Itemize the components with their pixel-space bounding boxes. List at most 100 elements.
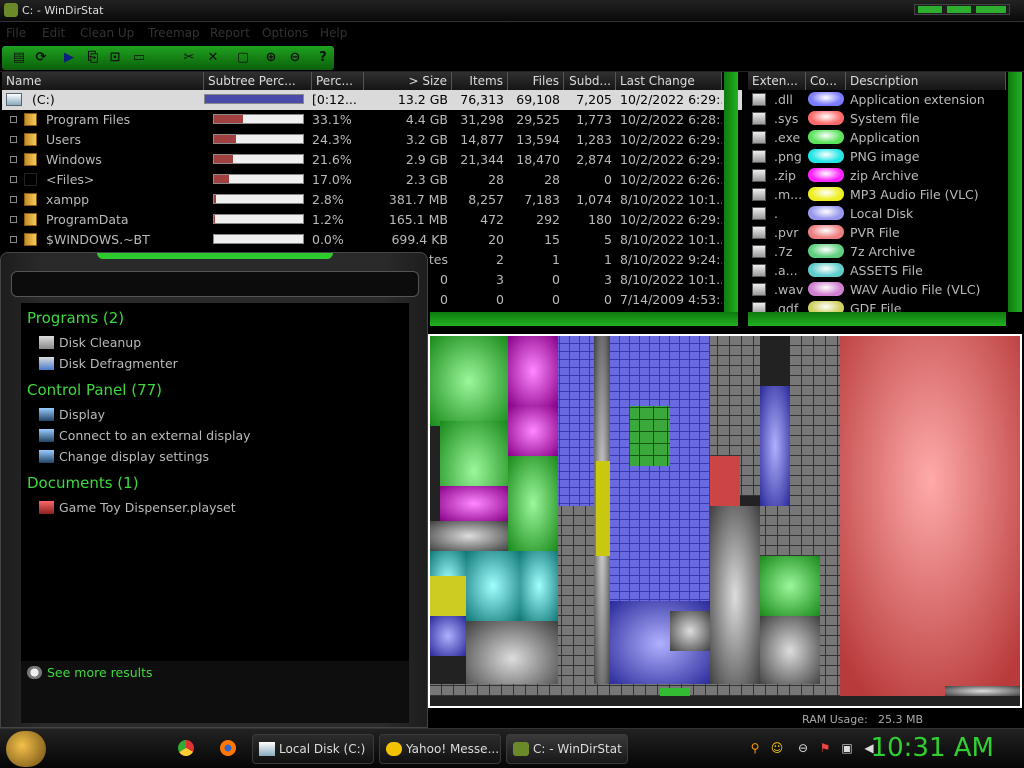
column-perc[interactable]: Perc... — [312, 72, 364, 90]
delete-icon[interactable]: ✕ — [204, 49, 222, 67]
play-icon[interactable]: ▶ — [60, 49, 78, 67]
tree-cell-files: 292 — [536, 212, 560, 227]
console-icon[interactable]: ▭ — [130, 49, 148, 67]
expand-toggle-icon[interactable] — [10, 116, 17, 123]
open-icon[interactable]: ▤ — [10, 49, 28, 67]
column-last-change[interactable]: Last Change — [616, 72, 722, 90]
cleanup-icon[interactable]: ✂ — [180, 49, 198, 67]
firefox-icon[interactable] — [220, 740, 236, 756]
treemap-view[interactable] — [428, 334, 1022, 708]
extension-row[interactable]: .png PNG image — [746, 147, 1016, 166]
menu-cleanup[interactable]: Clean Up — [80, 26, 134, 40]
extension-row[interactable]: .zip zip Archive — [746, 166, 1016, 185]
extension-hscroll[interactable] — [748, 312, 1006, 326]
menu-options[interactable]: Options — [262, 26, 308, 40]
extension-list-panel: Exten... Co... Description .dll Applicati… — [746, 72, 1024, 328]
extension-row[interactable]: .wav WAV Audio File (VLC) — [746, 280, 1016, 299]
extension-name: .wav — [774, 282, 804, 297]
menu-report[interactable]: Report — [210, 26, 250, 40]
zoom-out-icon[interactable]: ⊖ — [286, 49, 304, 67]
zoom-in-icon[interactable]: ⊕ — [262, 49, 280, 67]
tray-minus-icon[interactable]: ⊖ — [796, 741, 810, 755]
tree-row[interactable]: $WINDOWS.~BT 0.0% 699.4 KB 20 15 5 8/10/2022 1… — [2, 230, 742, 250]
help-icon[interactable]: ? — [314, 49, 332, 67]
menu-file[interactable]: File — [6, 26, 26, 40]
tree-cell-files: 0 — [552, 292, 560, 307]
tree-row[interactable]: Users 24.3% 3.2 GB 14,877 13,594 1,283 10/2/20… — [2, 130, 742, 150]
tree-cell-perc: [0:12... — [312, 92, 357, 107]
close-button[interactable] — [976, 6, 1006, 13]
extension-color-swatch — [808, 206, 844, 220]
maximize-button[interactable] — [947, 6, 971, 13]
network-icon[interactable]: ▣ — [840, 741, 854, 755]
start-button[interactable] — [6, 731, 46, 767]
tree-scrollbar[interactable] — [724, 72, 738, 312]
taskbar-yahoo-messenger[interactable]: Yahoo! Messe... — [379, 734, 501, 764]
extension-row[interactable]: .pvr PVR File — [746, 223, 1016, 242]
expand-toggle-icon[interactable] — [10, 136, 17, 143]
folder-icon[interactable]: ▢ — [234, 49, 252, 67]
expand-toggle-icon[interactable] — [10, 236, 17, 243]
result-group-control-panel[interactable]: Control Panel (77) — [27, 381, 162, 399]
window-controls — [914, 4, 1010, 15]
taskbar-clock[interactable]: 10:31 AM — [871, 733, 994, 763]
tree-hscroll[interactable] — [430, 312, 738, 326]
tree-row[interactable]: Windows 21.6% 2.9 GB 21,344 18,470 2,874 10/2/… — [2, 150, 742, 170]
copy-icon[interactable]: ⎘ — [84, 49, 102, 67]
extension-scrollbar[interactable] — [1008, 72, 1022, 312]
tray-messenger-icon[interactable]: ☺ — [770, 741, 784, 755]
subtree-percentage-bar — [213, 174, 304, 184]
minimize-button[interactable] — [918, 6, 942, 13]
display-icon — [39, 429, 54, 442]
tree-row[interactable]: ProgramData 1.2% 165.1 MB 472 292 180 10/2/202… — [2, 210, 742, 230]
tree-row[interactable]: Program Files 33.1% 4.4 GB 31,298 29,525 1,77… — [2, 110, 742, 130]
result-group-programs[interactable]: Programs (2) — [27, 309, 124, 327]
subtree-percentage-bar — [213, 234, 304, 244]
expand-toggle-icon[interactable] — [10, 176, 17, 183]
tree-row[interactable]: <Files> 17.0% 2.3 GB 28 28 0 10/2/2022 6:26:..… — [2, 170, 742, 190]
tree-cell-subd: 1,283 — [576, 132, 612, 147]
tree-row[interactable]: xampp 2.8% 381.7 MB 8,257 7,183 1,074 8/10/202… — [2, 190, 742, 210]
extension-row[interactable]: .m... MP3 Audio File (VLC) — [746, 185, 1016, 204]
column-description[interactable]: Description — [846, 72, 1006, 90]
column-items[interactable]: Items — [452, 72, 508, 90]
tree-cell-files: 13,594 — [516, 132, 560, 147]
refresh-icon[interactable]: ⟳ — [32, 49, 50, 67]
extension-row[interactable]: .sys System file — [746, 109, 1016, 128]
extension-color-swatch — [808, 225, 844, 239]
extension-row[interactable]: . Local Disk — [746, 204, 1016, 223]
tree-row-root[interactable]: (C:) [0:12... 13.2 GB 76,313 69,108 7,205 10/2… — [2, 90, 742, 110]
treemap-graphic[interactable] — [430, 336, 1020, 706]
extension-row[interactable]: .exe Application — [746, 128, 1016, 147]
expand-toggle-icon[interactable] — [10, 196, 17, 203]
extension-row[interactable]: .7z 7z Archive — [746, 242, 1016, 261]
extension-row[interactable]: .a... ASSETS File — [746, 261, 1016, 280]
tree-cell-last: 10/2/2022 6:29:... — [620, 212, 722, 227]
column-name[interactable]: Name — [2, 72, 204, 90]
extension-row[interactable]: .dll Application extension — [746, 90, 1016, 109]
column-subtree-perc[interactable]: Subtree Perc... — [204, 72, 312, 90]
column-files[interactable]: Files — [508, 72, 564, 90]
result-group-documents[interactable]: Documents (1) — [27, 474, 139, 492]
tray-search-icon[interactable]: ⚲ — [748, 741, 762, 755]
start-menu: Programs (2) Disk Cleanup Disk Defragmen… — [0, 252, 428, 728]
action-center-flag-icon[interactable]: ⚑ — [818, 741, 832, 755]
expand-toggle-icon[interactable] — [10, 216, 17, 223]
start-search-input[interactable] — [11, 271, 419, 297]
tree-row-name: ProgramData — [46, 212, 129, 227]
taskbar-windirstat[interactable]: C: - WinDirStat — [506, 734, 628, 764]
select-icon[interactable]: ⊡ — [106, 49, 124, 67]
menu-help[interactable]: Help — [320, 26, 347, 40]
extension-description: Application — [850, 130, 920, 145]
folder-icon — [24, 113, 37, 126]
column-subdirs[interactable]: Subd... — [564, 72, 616, 90]
taskbar-local-disk[interactable]: Local Disk (C:) — [252, 734, 374, 764]
column-extension[interactable]: Exten... — [748, 72, 806, 90]
extension-name: .pvr — [774, 225, 799, 240]
expand-toggle-icon[interactable] — [10, 156, 17, 163]
column-color[interactable]: Co... — [806, 72, 846, 90]
column-size[interactable]: > Size — [364, 72, 452, 90]
menu-edit[interactable]: Edit — [42, 26, 65, 40]
menu-treemap[interactable]: Treemap — [148, 26, 200, 40]
chrome-icon[interactable] — [178, 740, 194, 756]
